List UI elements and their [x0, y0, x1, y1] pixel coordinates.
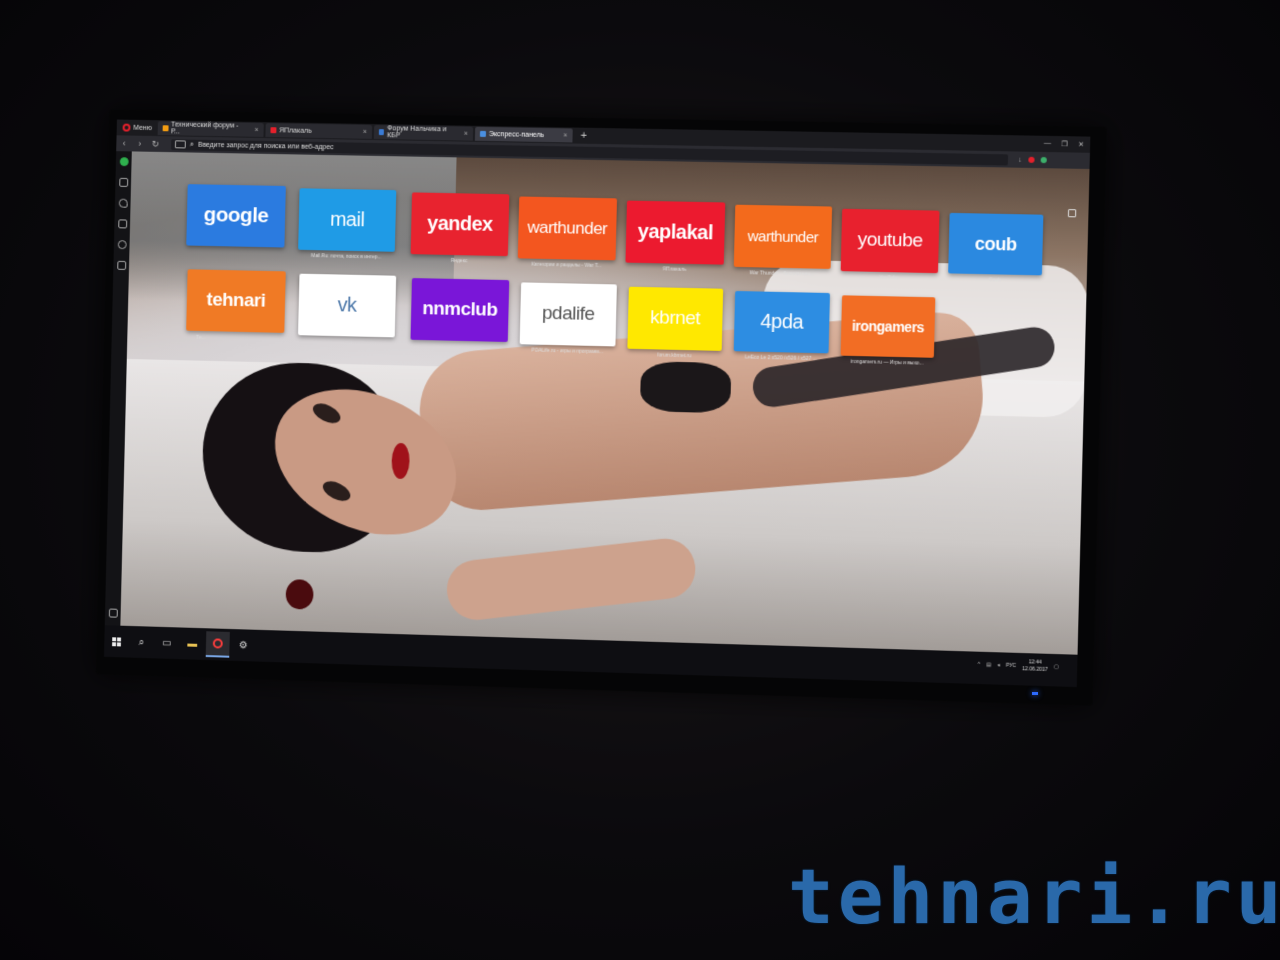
maximize-icon[interactable]: ❐ — [1061, 140, 1068, 148]
menu-label: Меню — [133, 124, 152, 132]
speed-dial-4pda[interactable]: 4pda — [733, 290, 830, 354]
search-icon: ⌕ — [189, 139, 195, 149]
speed-dial-vk[interactable]: vk — [298, 273, 397, 338]
extensions-cube-icon[interactable] — [116, 260, 126, 270]
app-taskbar-button[interactable]: ⚙ — [231, 632, 255, 658]
search-taskbar-button[interactable]: ⌕ — [129, 629, 153, 655]
app-icon: ⚙ — [238, 639, 248, 651]
close-icon[interactable]: × — [363, 128, 367, 135]
new-tab-button[interactable]: + — [574, 130, 593, 142]
wallpaper: google mail Mail.Ru: почта, поиск в инте… — [120, 151, 1090, 655]
search-icon: ⌕ — [138, 636, 145, 648]
download-icon[interactable]: ↓ — [1018, 156, 1022, 163]
tab-nalchik-forum[interactable]: Форум Нальчика и КБР × — [373, 125, 474, 141]
clock-date: 12.06.2017 — [1022, 666, 1048, 674]
tab-speed-dial[interactable]: Экспресс-панель × — [474, 126, 573, 143]
speed-dial-caption: Категории и разделы - War T... — [531, 261, 602, 270]
tab-yaplakal[interactable]: ЯПлакаль × — [265, 123, 373, 139]
speed-dial-caption: War Thunder - бесплатная... — [749, 270, 815, 278]
language-indicator[interactable]: РУС — [1006, 663, 1016, 669]
speed-dial-yaplakal[interactable]: yaplakal — [625, 200, 726, 265]
minimize-icon[interactable]: — — [1044, 140, 1051, 148]
bookmarks-heart-icon[interactable] — [118, 198, 128, 208]
file-explorer-button[interactable]: ▬ — [180, 630, 204, 656]
keyboard-icon — [174, 140, 186, 149]
news-icon[interactable] — [117, 219, 127, 229]
opera-taskbar-button[interactable] — [205, 631, 230, 658]
task-view-icon: ▭ — [162, 637, 172, 649]
speed-dial-settings-icon[interactable] — [1067, 209, 1077, 218]
opera-icon — [122, 123, 131, 132]
tab-label: Экспресс-панель — [488, 130, 545, 139]
speed-dial-google[interactable]: google — [186, 184, 286, 248]
speed-dial-grid-icon[interactable] — [118, 177, 128, 187]
toolbar-icons: ↓ — [1018, 156, 1047, 164]
speed-dial-irongamers[interactable]: irongamers — [840, 295, 936, 358]
vpn-icon[interactable] — [1040, 156, 1047, 163]
forward-button[interactable]: › — [132, 139, 148, 149]
tab-label: Форум Нальчика и КБР — [386, 125, 447, 140]
task-view-button[interactable]: ▭ — [155, 630, 179, 656]
speed-dial-youtube[interactable]: youtube — [840, 208, 940, 274]
tab-label: Технический форум - Р... — [170, 121, 239, 136]
clock[interactable]: 12:44 12.06.2017 — [1022, 659, 1048, 674]
speed-dial-tehnari[interactable]: tehnari — [186, 269, 286, 333]
monitor: Меню Технический форум - Р... × ЯПлакаль… — [95, 109, 1107, 706]
reload-button[interactable]: ↻ — [147, 138, 163, 149]
speed-dial-coub[interactable]: coub — [948, 212, 1044, 276]
opera-menu-button[interactable]: Меню — [117, 120, 158, 137]
speed-dial-warthunder[interactable]: warthunder — [517, 196, 618, 261]
screen: Меню Технический форум - Р... × ЯПлакаль… — [103, 119, 1091, 688]
favicon-icon — [270, 127, 277, 134]
favicon-icon — [162, 125, 169, 132]
speed-dial-mail[interactable]: mail — [298, 188, 397, 252]
system-tray: ^ ▤ ◂ РУС 12:44 12.06.2017 ▢ — [978, 658, 1059, 675]
volume-icon[interactable]: ◂ — [997, 662, 1000, 668]
wallpaper-window — [128, 151, 457, 307]
close-icon[interactable]: × — [563, 132, 567, 139]
speed-dial-caption: Те... — [195, 334, 206, 341]
close-icon[interactable]: × — [255, 126, 259, 133]
watermark: tehnari.ru — [788, 852, 1280, 941]
speed-dial-pdalife[interactable]: pdalife — [519, 282, 617, 347]
folder-icon: ▬ — [187, 638, 198, 650]
speed-dial-caption: ЯПлакаль — [662, 266, 687, 273]
speed-dial-yandex[interactable]: yandex — [410, 192, 510, 257]
network-icon[interactable]: ▤ — [986, 662, 991, 668]
chevron-up-icon[interactable]: ^ — [978, 662, 981, 668]
close-window-icon[interactable]: ✕ — [1078, 140, 1084, 148]
start-button[interactable] — [104, 628, 128, 654]
tab-tech-forum[interactable]: Технический форум - Р... × — [157, 121, 264, 137]
speed-dial-kbrnet[interactable]: kbrnet — [627, 286, 724, 351]
speed-dial-warthunder-2[interactable]: warthunder — [733, 204, 833, 269]
power-led — [1032, 692, 1038, 695]
tab-label: ЯПлакаль — [279, 126, 312, 135]
whatsapp-icon[interactable] — [119, 157, 129, 167]
adblock-icon[interactable] — [1027, 156, 1035, 163]
close-icon[interactable]: × — [464, 130, 468, 137]
opera-icon — [212, 638, 223, 649]
speed-dial-icon — [479, 130, 486, 137]
speed-dial-nnmclub[interactable]: nnmclub — [410, 278, 510, 342]
back-button[interactable]: ‹ — [116, 138, 132, 148]
wallpaper-figure-clothing — [639, 361, 732, 414]
window-controls: — ❐ ✕ — [1044, 140, 1084, 149]
history-clock-icon[interactable] — [117, 240, 127, 250]
windows-logo-icon — [111, 636, 121, 646]
sidebar-toggle-icon[interactable] — [108, 608, 118, 618]
notifications-icon[interactable]: ▢ — [1054, 664, 1059, 670]
favicon-icon — [378, 129, 385, 136]
